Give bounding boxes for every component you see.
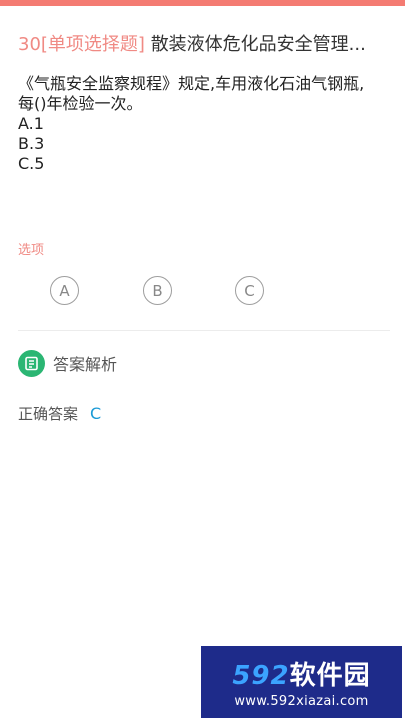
option-a-text: A.1 — [18, 114, 44, 133]
top-accent-bar — [0, 0, 405, 6]
question-header: 30[单项选择题] 散装液体危化品安全管理... — [18, 30, 390, 56]
question-text-line-1: 《气瓶安全监察规程》规定,车用液化石油气钢瓶, — [18, 74, 365, 93]
option-c-text: C.5 — [18, 154, 45, 173]
options-section-label: 选项 — [18, 243, 45, 258]
question-body: 《气瓶安全监察规程》规定,车用液化石油气钢瓶, 每()年检验一次。 A.1 B.… — [18, 74, 390, 174]
document-list-icon — [18, 349, 45, 377]
site-watermark: 592软件园 www.592xiazai.com — [201, 646, 402, 718]
question-number: 30 — [18, 34, 41, 55]
choice-c-button[interactable]: C — [235, 276, 264, 305]
option-b-text: B.3 — [18, 134, 45, 153]
question-type: [单项选择题] — [40, 34, 145, 55]
watermark-brand-number: 592 — [232, 661, 290, 691]
correct-answer-label: 正确答案 — [18, 405, 79, 423]
section-divider — [18, 330, 390, 331]
watermark-brand-name: 软件园 — [289, 661, 371, 691]
answer-analysis-header: 答案解析 — [18, 349, 117, 377]
watermark-brand: 592软件园 — [232, 655, 370, 692]
question-category-title: 散装液体危化品安全管理... — [150, 34, 366, 55]
question-text-line-2: 每()年检验一次。 — [18, 94, 143, 113]
choice-b-button[interactable]: B — [143, 276, 172, 305]
correct-answer-row: 正确答案 C — [18, 403, 101, 424]
answer-choices: A B C — [0, 276, 405, 306]
correct-answer-value: C — [90, 404, 102, 423]
watermark-url: www.592xiazai.com — [234, 694, 369, 709]
choice-a-button[interactable]: A — [50, 276, 79, 305]
analysis-title: 答案解析 — [53, 355, 118, 374]
